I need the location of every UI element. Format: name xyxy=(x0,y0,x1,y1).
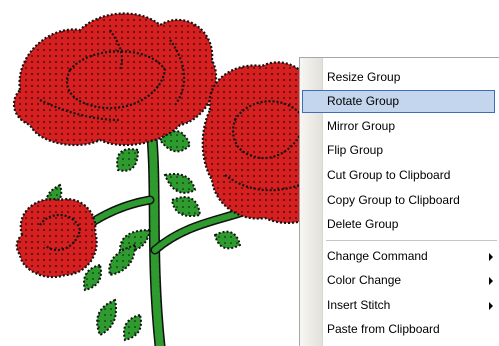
small-rose xyxy=(15,197,98,279)
submenu-arrow-icon xyxy=(489,302,493,310)
large-rose xyxy=(12,12,218,147)
menu-item-label: Insert Stitch xyxy=(327,298,391,312)
menu-item-label: Change Command xyxy=(327,249,428,263)
menu-item-label: Copy Group to Clipboard xyxy=(327,193,460,207)
menu-item-label: Delete Group xyxy=(327,217,399,231)
submenu-arrow-icon xyxy=(489,253,493,261)
menu-item-resize-group[interactable]: Resize Group xyxy=(302,66,495,89)
menu-item-color-change[interactable]: Color Change xyxy=(302,269,495,292)
menu-item-copy-group[interactable]: Copy Group to Clipboard xyxy=(302,189,495,212)
menu-item-mirror-group[interactable]: Mirror Group xyxy=(302,115,495,138)
menu-item-flip-group[interactable]: Flip Group xyxy=(302,139,495,162)
menu-item-change-command[interactable]: Change Command xyxy=(302,245,495,268)
menu-item-cut-group[interactable]: Cut Group to Clipboard xyxy=(302,164,495,187)
menu-separator xyxy=(326,240,497,241)
menu-item-label: Resize Group xyxy=(327,70,401,84)
menu-item-label: Mirror Group xyxy=(327,119,396,133)
menu-item-insert-stitch[interactable]: Insert Stitch xyxy=(302,294,495,317)
menu-item-label: Flip Group xyxy=(327,143,384,157)
menu-item-label: Rotate Group xyxy=(327,94,400,108)
menu-item-delete-group[interactable]: Delete Group xyxy=(302,213,495,236)
submenu-arrow-icon xyxy=(489,277,493,285)
menu-item-label: Cut Group to Clipboard xyxy=(327,168,451,182)
menu-item-label: Color Change xyxy=(327,273,402,287)
menu-item-paste-from-clipboard[interactable]: Paste from Clipboard xyxy=(302,318,495,341)
menu-item-label: Paste from Clipboard xyxy=(327,322,440,336)
context-menu: Resize Group Rotate Group Mirror Group F… xyxy=(299,57,499,346)
menu-item-rotate-group[interactable]: Rotate Group xyxy=(302,90,495,113)
